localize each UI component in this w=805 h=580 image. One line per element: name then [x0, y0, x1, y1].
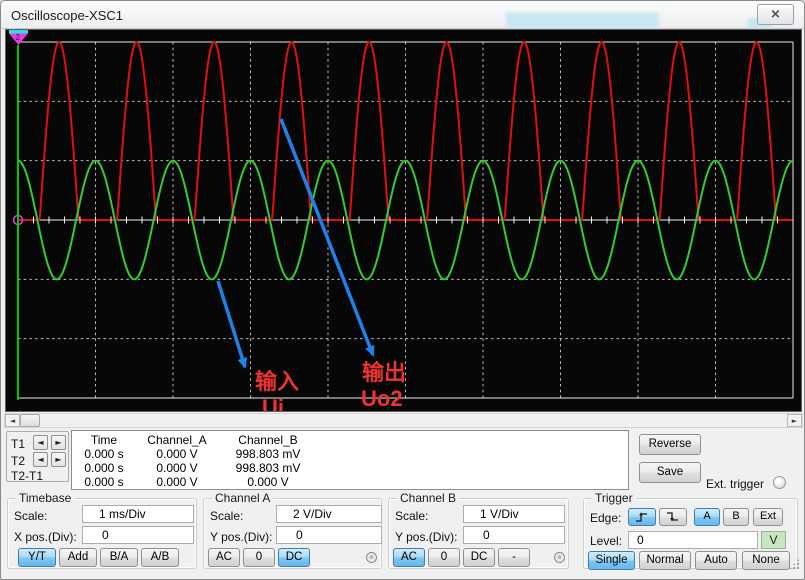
horizontal-scrollbar[interactable]: ◄ ►: [4, 413, 803, 428]
annotation-output-symbol: Uo2: [361, 387, 403, 411]
yt-mode-button[interactable]: Y/T: [18, 548, 56, 567]
column-header: Channel_A: [136, 433, 218, 447]
readout-row-t2: 0.000 s 0.000 V 998.803 mV: [72, 461, 318, 475]
channel-b-ac-button[interactable]: AC: [393, 548, 425, 567]
rising-edge-button[interactable]: [628, 508, 656, 526]
channel-a-ypos-input[interactable]: 0: [276, 526, 382, 544]
channel-a-zero-button[interactable]: 0: [243, 548, 275, 567]
t2-right-button[interactable]: ►: [51, 452, 66, 467]
window-title: Oscilloscope-XSC1: [11, 8, 123, 23]
annotation-input-symbol: Ui: [262, 396, 284, 412]
timebase-group: Timebase Scale: 1 ms/Div X pos.(Div): 0 …: [7, 498, 197, 569]
annotation-input-label: 输入: [255, 370, 299, 394]
channel-a-dc-button[interactable]: DC: [278, 548, 310, 567]
falling-edge-button[interactable]: [659, 508, 687, 526]
ext-trigger-label: Ext. trigger: [706, 477, 764, 491]
ab-mode-button[interactable]: A/B: [141, 548, 179, 567]
trigger-single-button[interactable]: Single: [588, 551, 635, 570]
channel-a-scale-input[interactable]: 2 V/Div: [276, 505, 382, 523]
t2t1-time: 0.000 s: [72, 475, 136, 489]
channel-b-scale-input[interactable]: 1 V/Div: [463, 505, 565, 523]
channel-a-title: Channel A: [212, 491, 273, 505]
trigger-none-button[interactable]: None: [742, 551, 790, 570]
column-header: Channel_B: [218, 433, 318, 447]
t1-time: 0.000 s: [72, 447, 136, 461]
t2-left-button[interactable]: ◄: [33, 452, 48, 467]
channel-b-scale-label: Scale:: [395, 509, 428, 523]
scroll-left-icon[interactable]: ◄: [5, 414, 20, 427]
arrow-left-icon: ◄: [37, 438, 43, 447]
falling-edge-icon: [665, 511, 681, 523]
t2t1-channel-a: 0.000 V: [136, 475, 218, 489]
readout-header-row: Time Channel_A Channel_B: [72, 433, 318, 447]
scrollbar-thumb[interactable]: [20, 414, 40, 427]
readout-row-t2t1: 0.000 s 0.000 V 0.000 V: [72, 475, 318, 489]
channel-a-group: Channel A Scale: 2 V/Div Y pos.(Div): 0 …: [203, 498, 382, 569]
channel-b-minus-button[interactable]: -: [498, 548, 530, 567]
cursor-panel: T1 ◄ ► T2 ◄ ► T2-T1: [6, 431, 69, 482]
close-button[interactable]: ×: [757, 4, 794, 25]
t1-left-button[interactable]: ◄: [33, 435, 48, 450]
rising-edge-icon: [634, 511, 650, 523]
waveform-plot: 2: [6, 30, 801, 411]
trigger-level-label: Level:: [590, 534, 622, 548]
trigger-level-unit-select[interactable]: V: [761, 531, 786, 549]
ext-trigger-terminal[interactable]: [773, 476, 786, 489]
channel-b-terminal[interactable]: [554, 552, 565, 563]
cursor-t1-label: T1: [11, 437, 25, 451]
channel-b-zero-button[interactable]: 0: [428, 548, 460, 567]
t1-right-button[interactable]: ►: [51, 435, 66, 450]
timebase-scale-label: Scale:: [14, 509, 47, 523]
trigger-normal-button[interactable]: Normal: [639, 551, 691, 570]
t2-channel-a: 0.000 V: [136, 461, 218, 475]
timebase-scale-input[interactable]: 1 ms/Div: [82, 505, 194, 523]
add-mode-button[interactable]: Add: [59, 548, 97, 567]
cursor-t2t1-label: T2-T1: [11, 469, 43, 483]
scope-display: 2 输入 Ui 输出 Uo2: [5, 29, 802, 412]
timebase-xpos-input[interactable]: 0: [82, 526, 194, 544]
t1-channel-a: 0.000 V: [136, 447, 218, 461]
trigger-level-input[interactable]: 0: [628, 531, 758, 549]
annotation-output-label: 输出: [362, 361, 406, 385]
channel-b-ypos-label: Y pos.(Div):: [395, 530, 457, 544]
title-bar[interactable]: Oscilloscope-XSC1 ×: [1, 1, 805, 29]
channel-a-scale-label: Scale:: [210, 509, 243, 523]
trigger-edge-label: Edge:: [590, 511, 621, 525]
save-button[interactable]: Save: [639, 462, 701, 483]
trigger-group: Trigger Edge: A B Ext Level: 0 V Single …: [583, 498, 798, 569]
channel-b-dc-button[interactable]: DC: [463, 548, 495, 567]
timebase-xpos-label: X pos.(Div):: [14, 530, 77, 544]
t1-channel-b: 998.803 mV: [218, 447, 318, 461]
reverse-button[interactable]: Reverse: [639, 434, 701, 455]
ba-mode-button[interactable]: B/A: [100, 548, 138, 567]
arrow-right-icon: ►: [55, 438, 61, 447]
t2-time: 0.000 s: [72, 461, 136, 475]
oscilloscope-window: Oscilloscope-XSC1 × 2 输入 Ui 输出 Uo2 ◄ ► T…: [0, 0, 805, 580]
measurement-readout: Time Channel_A Channel_B 0.000 s 0.000 V…: [71, 430, 629, 490]
arrow-left-icon: ◄: [37, 455, 43, 464]
trigger-source-ext-button[interactable]: Ext: [753, 508, 783, 526]
timebase-title: Timebase: [16, 491, 74, 505]
trigger-auto-button[interactable]: Auto: [695, 551, 737, 570]
channel-b-ypos-input[interactable]: 0: [463, 526, 565, 544]
trigger-source-b-button[interactable]: B: [723, 508, 749, 526]
readout-row-t1: 0.000 s 0.000 V 998.803 mV: [72, 447, 318, 461]
channel-a-terminal[interactable]: [366, 552, 377, 563]
scroll-right-icon[interactable]: ►: [787, 414, 802, 427]
svg-text:2: 2: [16, 33, 21, 42]
channel-a-ac-button[interactable]: AC: [208, 548, 240, 567]
background-artifact: [506, 13, 659, 29]
trigger-title: Trigger: [592, 491, 636, 505]
channel-a-ypos-label: Y pos.(Div):: [210, 530, 272, 544]
t2t1-channel-b: 0.000 V: [218, 475, 318, 489]
channel-b-group: Channel B Scale: 1 V/Div Y pos.(Div): 0 …: [388, 498, 569, 569]
channel-b-title: Channel B: [397, 491, 459, 505]
trigger-source-a-button[interactable]: A: [694, 508, 720, 526]
close-icon: ×: [770, 7, 781, 22]
cursor-t2-label: T2: [11, 454, 25, 468]
arrow-right-icon: ►: [55, 455, 61, 464]
column-header: Time: [72, 433, 136, 447]
t2-channel-b: 998.803 mV: [218, 461, 318, 475]
